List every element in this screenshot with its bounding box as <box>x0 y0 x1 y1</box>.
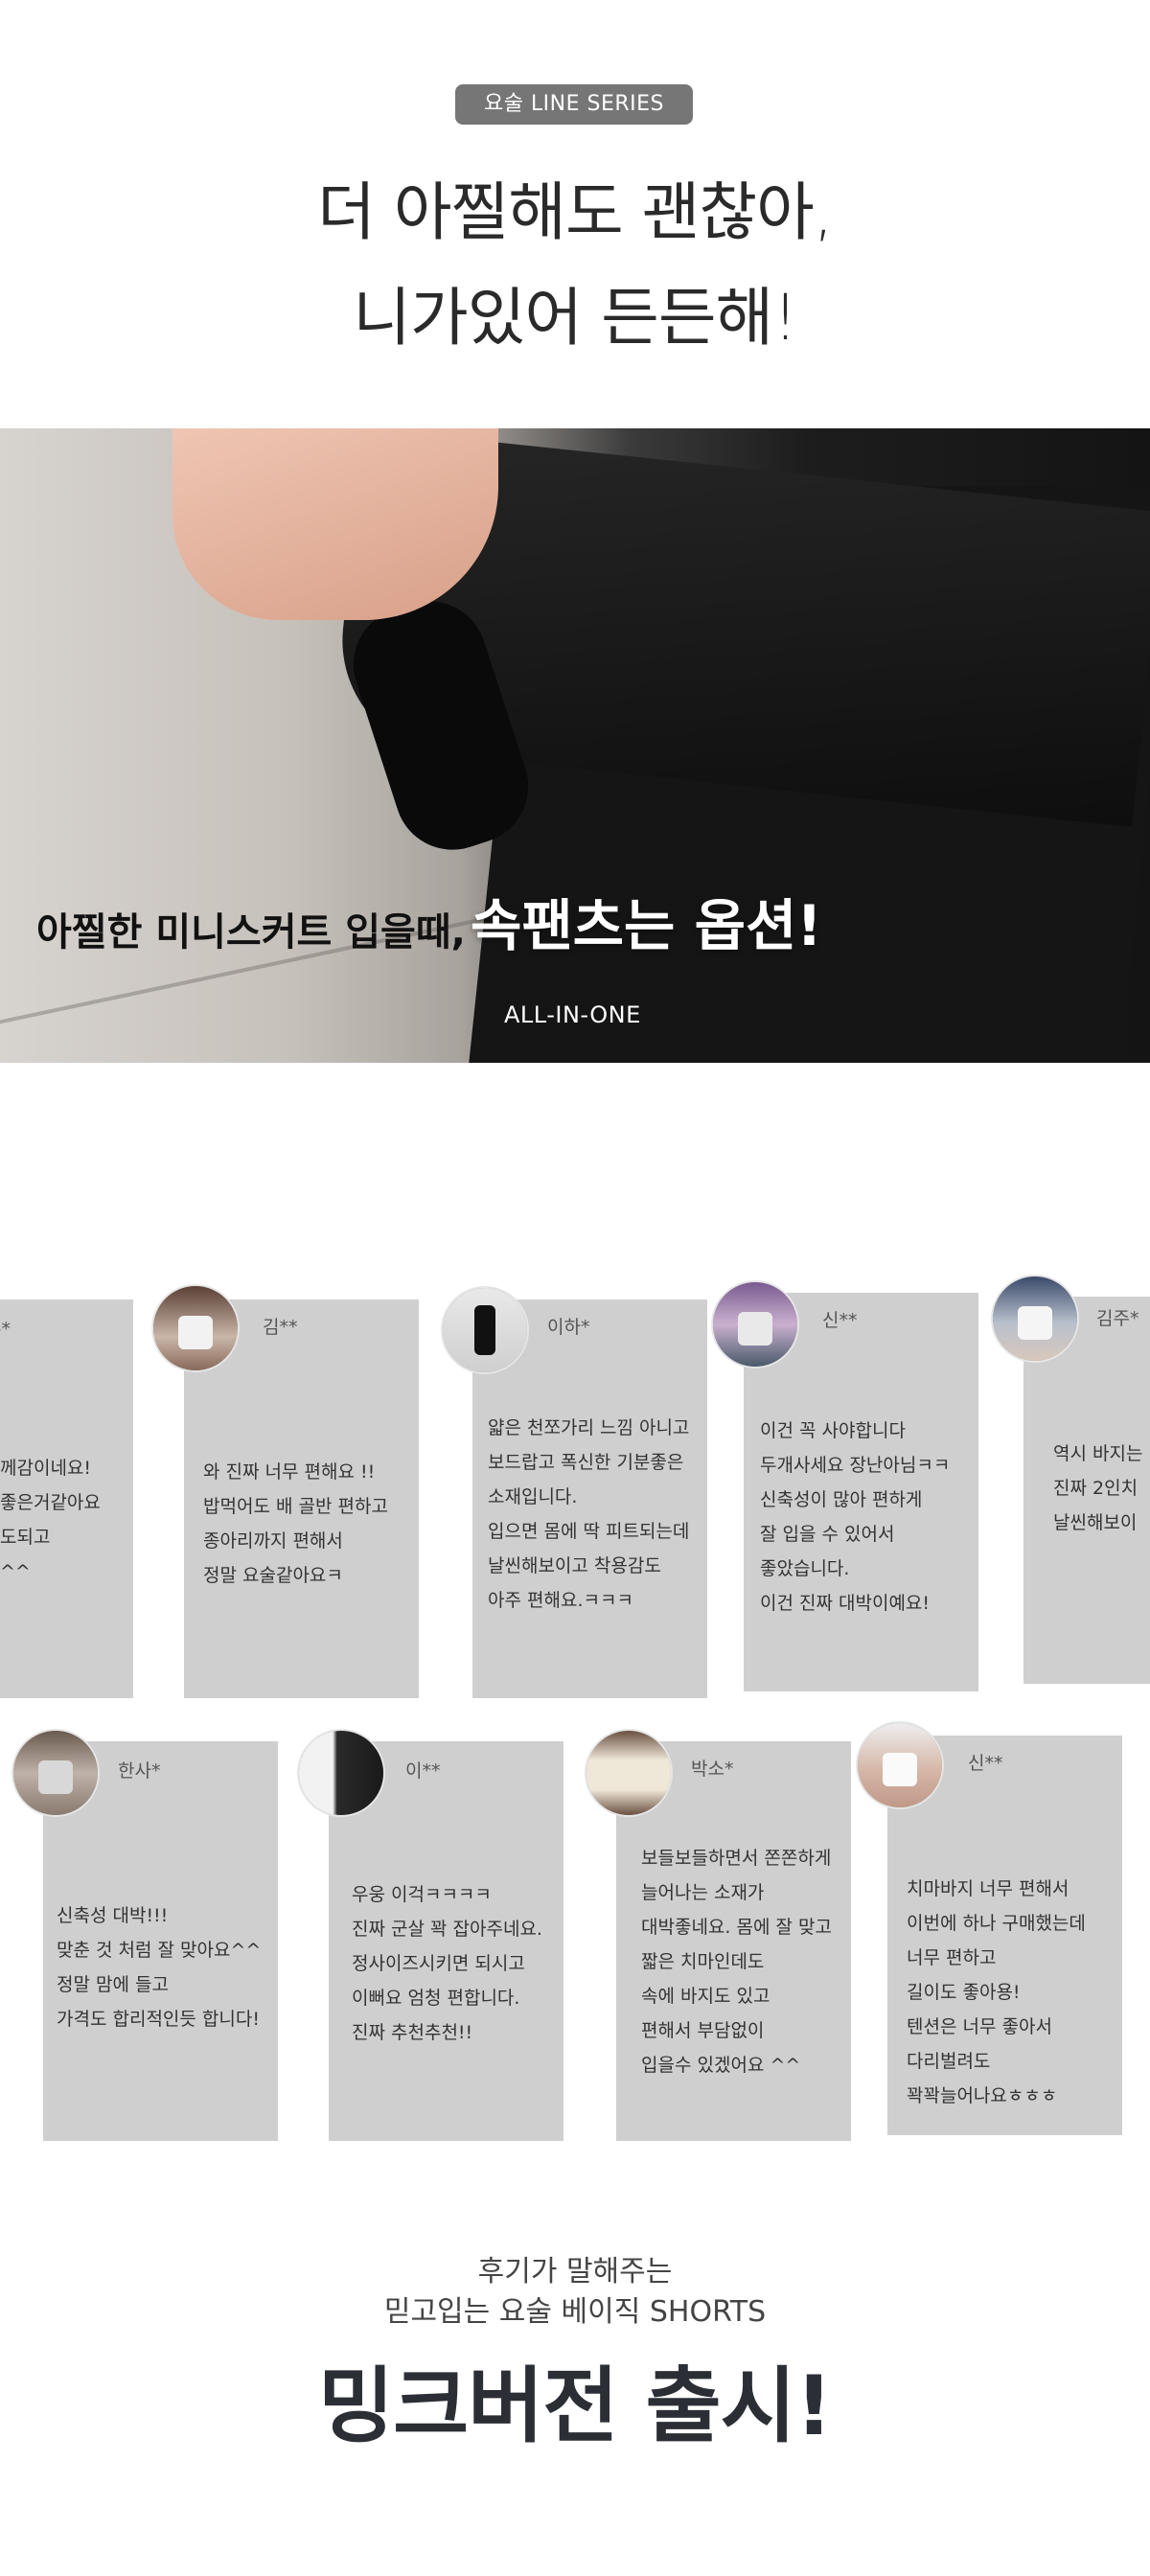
review-text: 께감이네요! 좋은거같아요 도되고 ^^ <box>0 1458 101 1582</box>
headline-line-2: 니가있어 든든해! <box>353 281 797 355</box>
hero-caption: 아찔한 미니스커트 입을때, 속팬츠는 옵션! <box>36 881 822 961</box>
review-text: 치마바지 너무 편해서 이번에 하나 구매했는데 너무 편하고 길이도 좋아용!… <box>907 1878 1086 2106</box>
footer-title: 밍크버전 출시! <box>318 2358 833 2454</box>
footer-subtitle-1: 후기가 말해주는 <box>477 2255 673 2288</box>
reviewer-avatar <box>12 1729 100 1817</box>
reviewer-avatar <box>151 1284 240 1372</box>
hero-caption-small: 아찔한 미니스커트 입을때, <box>36 910 466 954</box>
reviewer-avatar <box>585 1729 673 1817</box>
reviewer-avatar <box>711 1280 799 1368</box>
hero-subtitle: ALL-IN-ONE <box>504 1001 641 1028</box>
reviewer-name: 한사* <box>118 1760 161 1782</box>
reviewer-name: 이하* <box>547 1317 590 1338</box>
review-card: 주* 께감이네요! 좋은거같아요 도되고 ^^ <box>0 1300 133 1698</box>
reviewer-name: 주* <box>0 1319 11 1340</box>
hero-photo: 아찔한 미니스커트 입을때, 속팬츠는 옵션! ALL-IN-ONE <box>0 428 1150 1063</box>
review-text: 역시 바지는 진짜 2인치 날씬해보이 <box>1053 1443 1143 1533</box>
reviewer-name: 이** <box>405 1760 441 1782</box>
hero-caption-big: 속팬츠는 옵션! <box>470 893 822 958</box>
review-text: 와 진짜 너무 편해요 !! 밥먹어도 배 골반 편하고 종아리까지 편해서 정… <box>203 1461 388 1586</box>
reviewer-name: 신** <box>822 1310 858 1331</box>
headline-line-1: 더 아찔해도 괜찮아, <box>317 175 834 249</box>
reviewer-name: 김주* <box>1096 1308 1139 1329</box>
reviewer-avatar <box>856 1721 944 1809</box>
review-text: 우웅 이걱ㅋㅋㅋㅋ 진짜 군살 꽉 잡아주네요. 정사이즈시키면 되시고 이뻐요… <box>352 1884 542 2043</box>
reviewer-name: 신** <box>968 1753 1003 1774</box>
review-text: 신축성 대박!!! 맞춘 것 처럼 잘 맞아요^^ 정말 맘에 들고 가격도 합… <box>57 1905 262 2030</box>
review-text: 보들보들하면서 쫀쫀하게 늘어나는 소재가 대박좋네요. 몸에 잘 맞고 짧은 … <box>641 1848 832 2076</box>
review-text: 얇은 천쪼가리 느낌 아니고 보드랍고 폭신한 기분좋은 소재입니다. 입으면 … <box>488 1417 690 1611</box>
reviewer-name: 김** <box>263 1317 298 1338</box>
reviewer-avatar <box>297 1729 385 1817</box>
reviewer-name: 박소* <box>691 1759 734 1780</box>
review-text: 이건 꼭 사야합니다 두개사세요 장난아님ㅋㅋ 신축성이 많아 편하게 잘 입을… <box>760 1420 951 1614</box>
reviewer-avatar <box>441 1286 529 1374</box>
footer-subtitle-2: 믿고입는 요술 베이직 SHORTS <box>383 2295 767 2329</box>
series-badge: 요술 LINE SERIES <box>455 84 693 125</box>
reviewer-avatar <box>991 1275 1079 1363</box>
